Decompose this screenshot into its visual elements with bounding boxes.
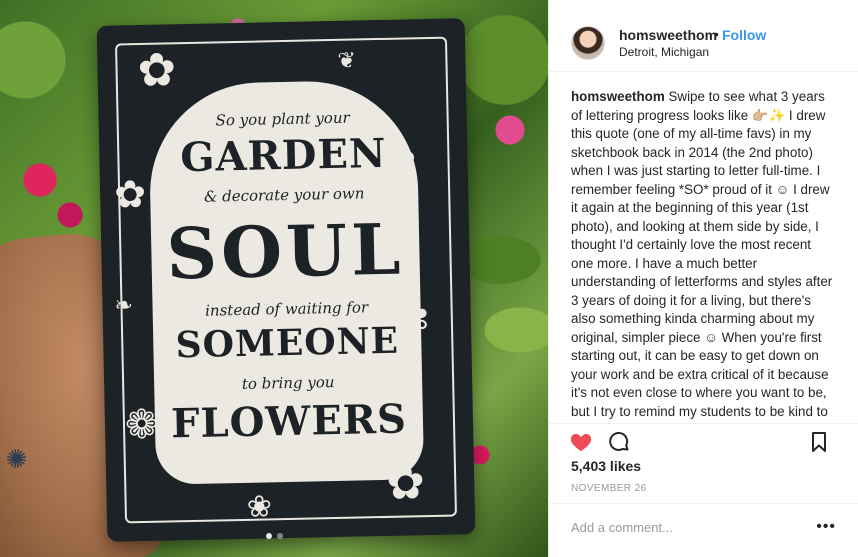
username-link[interactable]: homsweethom bbox=[619, 27, 717, 43]
avatar[interactable] bbox=[571, 26, 605, 60]
quote-line: to bring you bbox=[241, 373, 335, 393]
carousel-dot bbox=[277, 533, 283, 539]
post-photo[interactable]: ✺ ✿ ❀ ✿ ✾ ❁ ✿ ❀ ❦ ❧ So you plant your GA… bbox=[0, 0, 548, 557]
quote-line: instead of waiting for bbox=[204, 298, 369, 320]
action-bar bbox=[549, 423, 858, 457]
location-link[interactable]: Detroit, Michigan bbox=[619, 45, 709, 59]
quote-word: GARDEN bbox=[179, 129, 387, 182]
post-sidebar: homsweethom • Follow Detroit, Michigan h… bbox=[548, 0, 858, 557]
flower-icon: ✿ bbox=[137, 42, 177, 98]
flower-icon: ✿ bbox=[113, 171, 147, 217]
lettering-card: ✿ ❀ ✿ ✾ ❁ ✿ ❀ ❦ ❧ So you plant your GARD… bbox=[96, 18, 476, 542]
quote-area: So you plant your GARDEN & decorate your… bbox=[147, 79, 425, 485]
quote-word: SOMEONE bbox=[175, 319, 400, 367]
post-header: homsweethom • Follow Detroit, Michigan bbox=[549, 0, 858, 72]
post-date: NOVEMBER 26 bbox=[571, 483, 647, 494]
comment-icon[interactable] bbox=[607, 430, 631, 454]
comment-input[interactable] bbox=[571, 516, 801, 538]
quote-line: & decorate your own bbox=[203, 184, 365, 206]
more-options-icon[interactable]: ••• bbox=[816, 518, 836, 536]
post-caption: homsweethom Swipe to see what 3 years of… bbox=[571, 88, 837, 420]
carousel-dot-active bbox=[266, 533, 272, 539]
quote-word: FLOWERS bbox=[170, 395, 408, 448]
comment-bar: ••• bbox=[549, 503, 858, 557]
like-count[interactable]: 5,403 likes bbox=[571, 458, 641, 474]
heart-icon[interactable] bbox=[569, 430, 593, 454]
flower-icon: ❀ bbox=[246, 489, 273, 525]
follow-button[interactable]: Follow bbox=[722, 27, 766, 43]
quote-word: SOUL bbox=[165, 207, 406, 296]
bookmark-icon[interactable] bbox=[807, 430, 831, 454]
leaf-icon: ❦ bbox=[337, 48, 357, 74]
quote-line: So you plant your bbox=[215, 108, 350, 130]
leaf-icon: ❧ bbox=[114, 293, 134, 319]
separator-dot: • bbox=[714, 26, 719, 42]
caption-text: Swipe to see what 3 years of lettering p… bbox=[571, 89, 833, 419]
caption-username-link[interactable]: homsweethom bbox=[571, 89, 665, 104]
